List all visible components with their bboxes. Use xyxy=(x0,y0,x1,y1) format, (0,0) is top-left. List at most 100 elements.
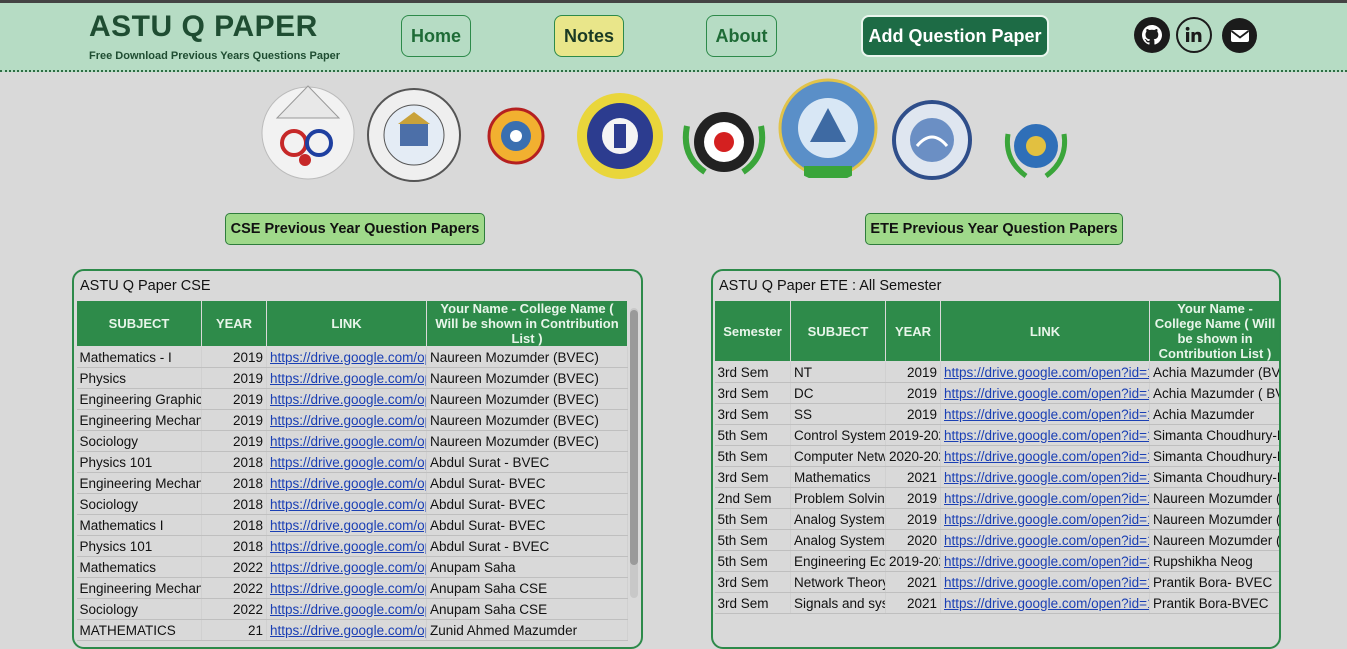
paper-link[interactable]: https://drive.google.com/open?id= xyxy=(270,497,426,512)
paper-link-cell[interactable]: https://drive.google.com/open?id= xyxy=(266,619,427,641)
paper-link[interactable]: https://drive.google.com/open?id=1 xyxy=(944,428,1149,443)
table-cell: Simanta Choudhury-BVEC xyxy=(1149,424,1279,446)
nav-about-button[interactable]: About xyxy=(706,15,777,57)
paper-link[interactable]: https://drive.google.com/open?id= xyxy=(270,413,426,428)
ete-table-header-row: Semester SUBJECT YEAR LINK Your Name - C… xyxy=(714,300,1279,362)
cse-table-scrollbar[interactable] xyxy=(630,308,638,598)
paper-link-cell[interactable]: https://drive.google.com/open?id=1 xyxy=(940,529,1150,551)
table-cell: Signals and systems xyxy=(790,592,886,614)
paper-link[interactable]: https://drive.google.com/open?id=1 xyxy=(944,449,1149,464)
college-logo-4 xyxy=(577,93,663,179)
table-row: Physics 101 2018 https://drive.google.com/… xyxy=(76,451,628,473)
paper-link-cell[interactable]: https://drive.google.com/open?id= xyxy=(266,535,427,557)
paper-link-cell[interactable]: https://drive.google.com/open?id=1 xyxy=(940,361,1150,383)
paper-link-cell[interactable]: https://drive.google.com/open?id= xyxy=(266,367,427,389)
ete-card-title: ASTU Q Paper ETE : All Semester xyxy=(719,278,942,294)
header-contributor[interactable]: Your Name - College Name ( Will be shown… xyxy=(1149,300,1279,362)
paper-link[interactable]: https://drive.google.com/open?id=1 xyxy=(944,407,1149,422)
table-cell: Naureen Mozumder (BVEC) xyxy=(1149,487,1279,509)
paper-link[interactable]: https://drive.google.com/open?id= xyxy=(270,371,426,386)
paper-link-cell[interactable]: https://drive.google.com/open?id=1 xyxy=(940,592,1150,614)
paper-link[interactable]: https://drive.google.com/open?id= xyxy=(270,602,426,617)
brand[interactable]: ASTU Q PAPER Free Download Previous Year… xyxy=(89,10,340,62)
paper-link-cell[interactable]: https://drive.google.com/open?id= xyxy=(266,472,427,494)
paper-link[interactable]: https://drive.google.com/open?id= xyxy=(270,623,426,638)
paper-link-cell[interactable]: https://drive.google.com/open?id= xyxy=(266,556,427,578)
paper-link-cell[interactable]: https://drive.google.com/open?id= xyxy=(266,388,427,410)
github-icon[interactable] xyxy=(1134,17,1170,53)
paper-link[interactable]: https://drive.google.com/open?id= xyxy=(270,539,426,554)
header-semester[interactable]: Semester xyxy=(714,300,791,362)
paper-link-cell[interactable]: https://drive.google.com/open?id= xyxy=(266,577,427,599)
paper-link[interactable]: https://drive.google.com/open?id=1 xyxy=(944,554,1149,569)
paper-link[interactable]: https://drive.google.com/open?id=1 xyxy=(944,533,1149,548)
cse-table-body: Mathematics - I 2019 https://drive.google.… xyxy=(76,346,628,641)
paper-link[interactable]: https://drive.google.com/open?id=1 xyxy=(944,470,1149,485)
paper-link-cell[interactable]: https://drive.google.com/open?id=1 xyxy=(940,424,1150,446)
add-question-paper-button[interactable]: Add Question Paper xyxy=(861,15,1049,57)
paper-link[interactable]: https://drive.google.com/open?id=1 xyxy=(944,596,1149,611)
paper-link-cell[interactable]: https://drive.google.com/open?id=1 xyxy=(940,403,1150,425)
mail-icon[interactable] xyxy=(1222,18,1257,53)
table-cell: 2018 xyxy=(201,514,267,536)
table-cell: Engineering Economics xyxy=(790,550,886,572)
table-cell: Achia Mazumder xyxy=(1149,403,1279,425)
paper-link-cell[interactable]: https://drive.google.com/open?id= xyxy=(266,346,427,368)
paper-link-cell[interactable]: https://drive.google.com/open?id=1 xyxy=(940,508,1150,530)
header-subject[interactable]: SUBJECT xyxy=(790,300,886,362)
paper-link[interactable]: https://drive.google.com/open?id= xyxy=(270,392,426,407)
table-cell: 2019 xyxy=(885,487,941,509)
table-cell: Engineering Mechanics xyxy=(76,472,202,494)
paper-link-cell[interactable]: https://drive.google.com/open?id=1 xyxy=(940,382,1150,404)
paper-link-cell[interactable]: https://drive.google.com/open?id=1 xyxy=(940,445,1150,467)
cse-scroll-thumb[interactable] xyxy=(630,310,638,565)
paper-link-cell[interactable]: https://drive.google.com/open?id=1 xyxy=(940,571,1150,593)
linkedin-icon[interactable] xyxy=(1176,17,1212,53)
ete-papers-button[interactable]: ETE Previous Year Question Papers xyxy=(865,213,1123,245)
paper-link-cell[interactable]: https://drive.google.com/open?id= xyxy=(266,493,427,515)
table-row: 3rd Sem SS 2019 https://drive.google.com/op… xyxy=(714,403,1279,425)
paper-link[interactable]: https://drive.google.com/open?id= xyxy=(270,518,426,533)
paper-link[interactable]: https://drive.google.com/open?id=1 xyxy=(944,575,1149,590)
paper-link-cell[interactable]: https://drive.google.com/open?id= xyxy=(266,598,427,620)
cse-papers-table: SUBJECT YEAR LINK Your Name - College Na… xyxy=(76,300,628,641)
paper-link-cell[interactable]: https://drive.google.com/open?id= xyxy=(266,451,427,473)
table-cell: 2021 xyxy=(885,592,941,614)
header-contributor[interactable]: Your Name - College Name ( Will be shown… xyxy=(426,300,628,347)
table-cell: Prantik Bora-BVEC xyxy=(1149,592,1279,614)
paper-link-cell[interactable]: https://drive.google.com/open?id= xyxy=(266,514,427,536)
table-row: Sociology2022https://drive.google.com/op… xyxy=(76,598,628,620)
paper-link-cell[interactable]: https://drive.google.com/open?id= xyxy=(266,430,427,452)
paper-link[interactable]: https://drive.google.com/open?id=1 xyxy=(944,491,1149,506)
paper-link-cell[interactable]: https://drive.google.com/open?id=1 xyxy=(940,550,1150,572)
table-cell: Physics 101 xyxy=(76,451,202,473)
paper-link-cell[interactable]: https://drive.google.com/open?id=1 xyxy=(940,466,1150,488)
table-cell: DC xyxy=(790,382,886,404)
header-subject[interactable]: SUBJECT xyxy=(76,300,202,347)
nav-notes-button[interactable]: Notes xyxy=(554,15,624,57)
paper-link[interactable]: https://drive.google.com/open?id= xyxy=(270,560,426,575)
nav-home-button[interactable]: Home xyxy=(401,15,471,57)
brand-title[interactable]: ASTU Q PAPER xyxy=(89,10,340,44)
paper-link[interactable]: https://drive.google.com/open?id=1 xyxy=(944,386,1149,401)
header-link[interactable]: LINK xyxy=(266,300,427,347)
paper-link[interactable]: https://drive.google.com/open?id=1 xyxy=(944,512,1149,527)
paper-link-cell[interactable]: https://drive.google.com/open?id= xyxy=(266,409,427,431)
paper-link[interactable]: https://drive.google.com/open?id= xyxy=(270,350,426,365)
header-year[interactable]: YEAR xyxy=(201,300,267,347)
cse-papers-button[interactable]: CSE Previous Year Question Papers xyxy=(225,213,485,245)
paper-link[interactable]: https://drive.google.com/open?id=1 xyxy=(944,365,1149,380)
college-logo-3 xyxy=(487,107,545,165)
paper-link[interactable]: https://drive.google.com/open?id= xyxy=(270,434,426,449)
paper-link[interactable]: https://drive.google.com/open?id= xyxy=(270,455,426,470)
paper-link-cell[interactable]: https://drive.google.com/open?id=1 xyxy=(940,487,1150,509)
header-link[interactable]: LINK xyxy=(940,300,1150,362)
paper-link[interactable]: https://drive.google.com/open?id= xyxy=(270,581,426,596)
paper-link[interactable]: https://drive.google.com/open?id= xyxy=(270,476,426,491)
table-row: 3rd Sem NT 2019 https://drive.google.com/op… xyxy=(714,361,1279,383)
table-row: 3rd SemSignals and systems2021https://dr… xyxy=(714,592,1279,614)
table-cell: NT xyxy=(790,361,886,383)
header-year[interactable]: YEAR xyxy=(885,300,941,362)
table-cell: 5th Sem xyxy=(714,445,791,467)
table-row: 5th SemComputer Network2020-2021https://… xyxy=(714,445,1279,467)
